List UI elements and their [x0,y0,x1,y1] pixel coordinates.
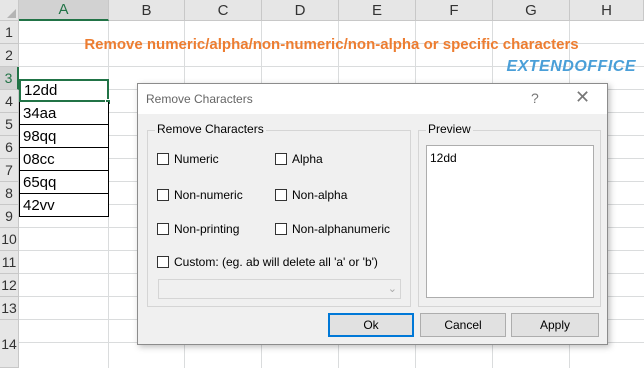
remove-characters-dialog: Remove Characters ? ✕ Remove Characters … [137,83,608,345]
row-header-8[interactable]: 8 [0,182,19,205]
column-header-b[interactable]: B [109,0,185,21]
column-header-d[interactable]: D [262,0,339,21]
column-header-c[interactable]: C [185,0,262,21]
cell-a5[interactable]: 98qq [19,125,109,148]
cancel-button[interactable]: Cancel [420,313,506,337]
custom-option[interactable]: Custom: (eg. ab will delete all 'a' or '… [157,255,378,269]
custom-checkbox[interactable] [157,256,169,268]
cell-a6[interactable]: 08cc [19,148,109,171]
row-header-12[interactable]: 12 [0,274,19,297]
alpha-option[interactable]: Alpha [275,152,323,166]
preview-group-label: Preview [426,122,473,136]
non-printing-checkbox[interactable] [157,223,169,235]
row-header-1[interactable]: 1 [0,21,19,44]
select-all-corner[interactable] [0,0,19,21]
row-header-2[interactable]: 2 [0,44,19,67]
numeric-option[interactable]: Numeric [157,152,219,166]
non-numeric-option[interactable]: Non-numeric [157,188,243,202]
non-numeric-label: Non-numeric [174,188,243,202]
non-alphanumeric-checkbox[interactable] [275,223,287,235]
custom-label: Custom: (eg. ab will delete all 'a' or '… [174,255,378,269]
row-header-5[interactable]: 5 [0,113,19,136]
row-header-11[interactable]: 11 [0,251,19,274]
non-printing-option[interactable]: Non-printing [157,222,239,236]
column-header-f[interactable]: F [416,0,493,21]
row-header-4[interactable]: 4 [0,90,19,113]
dialog-title: Remove Characters [146,92,253,106]
column-header-h[interactable]: H [570,0,644,21]
custom-characters-combobox: ⌄ [158,279,401,299]
column-header-g[interactable]: G [493,0,570,21]
alpha-checkbox[interactable] [275,153,287,165]
remove-characters-group-label: Remove Characters [155,122,266,136]
dialog-titlebar[interactable]: Remove Characters ? ✕ [138,84,607,114]
chevron-down-icon: ⌄ [387,283,397,295]
non-numeric-checkbox[interactable] [157,189,169,201]
ok-button[interactable]: Ok [328,313,414,337]
row-header-10[interactable]: 10 [0,228,19,251]
row-header-13[interactable]: 13 [0,297,19,320]
apply-button[interactable]: Apply [511,313,599,337]
numeric-label: Numeric [174,152,219,166]
row-header-6[interactable]: 6 [0,136,19,159]
cell-a4[interactable]: 34aa [19,102,109,125]
row-header-7[interactable]: 7 [0,159,19,182]
row-header-9[interactable]: 9 [0,205,19,228]
non-alphanumeric-option[interactable]: Non-alphanumeric [275,222,390,236]
cell-a7[interactable]: 65qq [19,171,109,194]
preview-box: 12dd [426,145,594,298]
numeric-checkbox[interactable] [157,153,169,165]
close-icon[interactable]: ✕ [575,87,590,108]
column-header-a[interactable]: A [19,0,109,21]
preview-text: 12dd [430,151,457,165]
cell-a8[interactable]: 42vv [19,194,109,217]
non-alpha-label: Non-alpha [292,188,348,202]
cell-a3[interactable]: 12dd [19,79,109,102]
column-header-e[interactable]: E [339,0,416,21]
alpha-label: Alpha [292,152,323,166]
extendoffice-logo: EXTENDOFFICE [506,58,636,75]
non-alpha-option[interactable]: Non-alpha [275,188,347,202]
row-header-3[interactable]: 3 [0,67,19,90]
non-alpha-checkbox[interactable] [275,189,287,201]
help-icon[interactable]: ? [531,90,539,106]
select-all-triangle [7,9,16,18]
non-printing-label: Non-printing [174,222,240,236]
sheet-title: Remove numeric/alpha/non-numeric/non-alp… [84,36,579,53]
non-alphanumeric-label: Non-alphanumeric [292,222,391,236]
row-header-14[interactable]: 14 [0,320,19,368]
